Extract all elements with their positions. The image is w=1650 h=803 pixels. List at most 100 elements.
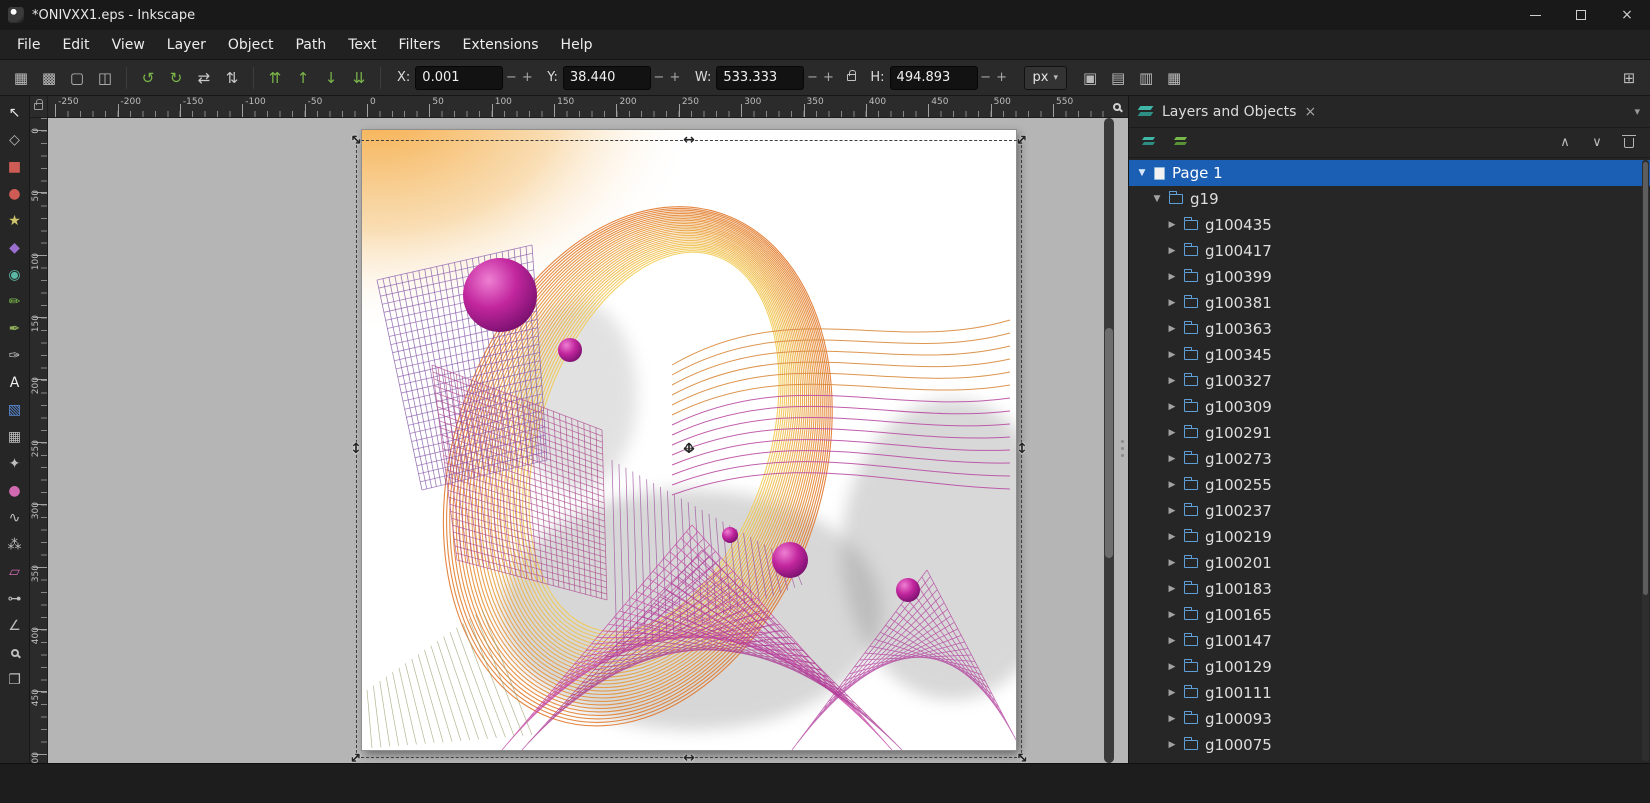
expander-right-icon[interactable]: ▶ xyxy=(1167,428,1177,438)
layer-row-g100147[interactable]: ▶g100147 xyxy=(1129,628,1650,654)
layer-row-g100435[interactable]: ▶g100435 xyxy=(1129,212,1650,238)
menu-edit[interactable]: Edit xyxy=(51,32,100,58)
selection-handle-middle-right[interactable]: ↕ xyxy=(1013,440,1031,458)
layer-row-g100309[interactable]: ▶g100309 xyxy=(1129,394,1650,420)
expander-right-icon[interactable]: ▶ xyxy=(1167,454,1177,464)
dock-splitter-handle[interactable] xyxy=(1118,428,1126,468)
panel-scrollbar[interactable] xyxy=(1642,160,1649,761)
eraser-tool-button[interactable]: ▱ xyxy=(2,559,28,585)
select-all-layers-button[interactable]: ▩ xyxy=(36,65,62,91)
expander-right-icon[interactable]: ▶ xyxy=(1167,584,1177,594)
menu-file[interactable]: File xyxy=(6,32,51,58)
expander-right-icon[interactable]: ▶ xyxy=(1167,298,1177,308)
pencil-tool-button[interactable]: ✏ xyxy=(2,289,28,315)
expander-right-icon[interactable]: ▶ xyxy=(1167,688,1177,698)
scale-corners-toggle-button[interactable]: ▤ xyxy=(1105,65,1131,91)
guide-lock-toggle[interactable] xyxy=(30,96,47,118)
rectangle-tool-button[interactable]: ■ xyxy=(2,154,28,180)
vertical-ruler[interactable]: 050100150200250300350400450500 xyxy=(30,118,47,763)
calligraphy-tool-button[interactable]: ✑ xyxy=(2,343,28,369)
text-tool-button[interactable]: A xyxy=(2,370,28,396)
lower-to-bottom-button[interactable]: ⇊ xyxy=(346,65,372,91)
paint-bucket-tool-button[interactable]: ● xyxy=(2,478,28,504)
menu-object[interactable]: Object xyxy=(217,32,285,58)
layer-row-g100129[interactable]: ▶g100129 xyxy=(1129,654,1650,680)
delete-layer-button[interactable] xyxy=(1618,132,1640,154)
x-field-increase-button[interactable]: + xyxy=(519,66,535,90)
y-field-increase-button[interactable]: + xyxy=(667,66,683,90)
expander-right-icon[interactable]: ▶ xyxy=(1167,740,1177,750)
layer-row-g100165[interactable]: ▶g100165 xyxy=(1129,602,1650,628)
x-field-input[interactable] xyxy=(415,66,503,90)
selection-handle-middle-left[interactable]: ↕ xyxy=(347,440,365,458)
y-field-input[interactable] xyxy=(563,66,651,90)
move-down-button[interactable]: ∨ xyxy=(1586,132,1608,154)
star-tool-button[interactable]: ★ xyxy=(2,208,28,234)
deselect-button[interactable]: ▢ xyxy=(64,65,90,91)
layer-row-g100417[interactable]: ▶g100417 xyxy=(1129,238,1650,264)
expander-down-icon[interactable]: ▼ xyxy=(1152,194,1162,204)
expander-right-icon[interactable]: ▶ xyxy=(1167,506,1177,516)
spray-tool-button[interactable]: ⁂ xyxy=(2,532,28,558)
connector-tool-button[interactable]: ⊶ xyxy=(2,586,28,612)
selector-tool-button[interactable]: ↖ xyxy=(2,100,28,126)
quick-zoom-button[interactable] xyxy=(1106,96,1128,117)
expander-right-icon[interactable]: ▶ xyxy=(1167,402,1177,412)
expander-right-icon[interactable]: ▶ xyxy=(1167,480,1177,490)
layer-row-g100093[interactable]: ▶g100093 xyxy=(1129,706,1650,732)
layer-row-g100255[interactable]: ▶g100255 xyxy=(1129,472,1650,498)
flip-horizontal-button[interactable]: ⇄ xyxy=(191,65,217,91)
move-up-button[interactable]: ∧ xyxy=(1554,132,1576,154)
menu-view[interactable]: View xyxy=(101,32,156,58)
panel-scrollbar-thumb[interactable] xyxy=(1643,162,1648,595)
menu-layer[interactable]: Layer xyxy=(156,32,217,58)
rotate-cw-button[interactable]: ↻ xyxy=(163,65,189,91)
lock-aspect-ratio-toggle[interactable] xyxy=(840,65,862,91)
expander-right-icon[interactable]: ▶ xyxy=(1167,350,1177,360)
close-button[interactable]: × xyxy=(1604,0,1650,30)
x-field-decrease-button[interactable]: − xyxy=(503,66,519,90)
canvas-vertical-scrollbar[interactable] xyxy=(1104,118,1114,763)
menu-extensions[interactable]: Extensions xyxy=(452,32,550,58)
tweak-tool-button[interactable]: ∿ xyxy=(2,505,28,531)
scale-stroke-toggle-button[interactable]: ▣ xyxy=(1077,65,1103,91)
menu-help[interactable]: Help xyxy=(550,32,604,58)
panel-close-button[interactable]: × xyxy=(1304,104,1316,120)
expander-right-icon[interactable]: ▶ xyxy=(1167,610,1177,620)
scale-pattern-toggle-button[interactable]: ▦ xyxy=(1161,65,1187,91)
layer-row-g100399[interactable]: ▶g100399 xyxy=(1129,264,1650,290)
layer-row-page-1[interactable]: ▼Page 1 xyxy=(1129,160,1650,186)
layer-row-g100219[interactable]: ▶g100219 xyxy=(1129,524,1650,550)
raise-button[interactable]: ↑ xyxy=(290,65,316,91)
unit-selector[interactable]: px ▾ xyxy=(1024,66,1067,90)
spiral-tool-button[interactable]: ◉ xyxy=(2,262,28,288)
menu-text[interactable]: Text xyxy=(337,32,387,58)
lower-button[interactable]: ↓ xyxy=(318,65,344,91)
flip-vertical-button[interactable]: ⇅ xyxy=(219,65,245,91)
duplicate-layer-button[interactable] xyxy=(1171,132,1193,154)
pages-tool-button[interactable]: ❐ xyxy=(2,667,28,693)
y-field-decrease-button[interactable]: − xyxy=(651,66,667,90)
layer-row-g100327[interactable]: ▶g100327 xyxy=(1129,368,1650,394)
expander-right-icon[interactable]: ▶ xyxy=(1167,220,1177,230)
w-field-increase-button[interactable]: + xyxy=(820,66,836,90)
expander-right-icon[interactable]: ▶ xyxy=(1167,636,1177,646)
expander-right-icon[interactable]: ▶ xyxy=(1167,532,1177,542)
layer-row-g100183[interactable]: ▶g100183 xyxy=(1129,576,1650,602)
maximize-button[interactable] xyxy=(1558,0,1604,30)
h-field-decrease-button[interactable]: − xyxy=(978,66,994,90)
expander-right-icon[interactable]: ▶ xyxy=(1167,246,1177,256)
canvas[interactable]: ↔ ↔ ↔ ↕ ↕ ↔ ↔ ↔ ↔↕ xyxy=(48,118,1128,763)
layer-row-g100237[interactable]: ▶g100237 xyxy=(1129,498,1650,524)
layer-row-g100273[interactable]: ▶g100273 xyxy=(1129,446,1650,472)
panel-menu-chevron-icon[interactable]: ▾ xyxy=(1634,105,1640,118)
raise-to-top-button[interactable]: ⇈ xyxy=(262,65,288,91)
selection-handle-bottom-center[interactable]: ↔ xyxy=(680,749,698,763)
snapping-toggle-button[interactable]: ⊞ xyxy=(1616,65,1642,91)
layer-row-g100111[interactable]: ▶g100111 xyxy=(1129,680,1650,706)
expander-right-icon[interactable]: ▶ xyxy=(1167,376,1177,386)
expander-right-icon[interactable]: ▶ xyxy=(1167,324,1177,334)
expander-right-icon[interactable]: ▶ xyxy=(1167,714,1177,724)
selection-center-move-handle[interactable]: ↔↕ xyxy=(680,440,698,458)
mesh-tool-button[interactable]: ▦ xyxy=(2,424,28,450)
